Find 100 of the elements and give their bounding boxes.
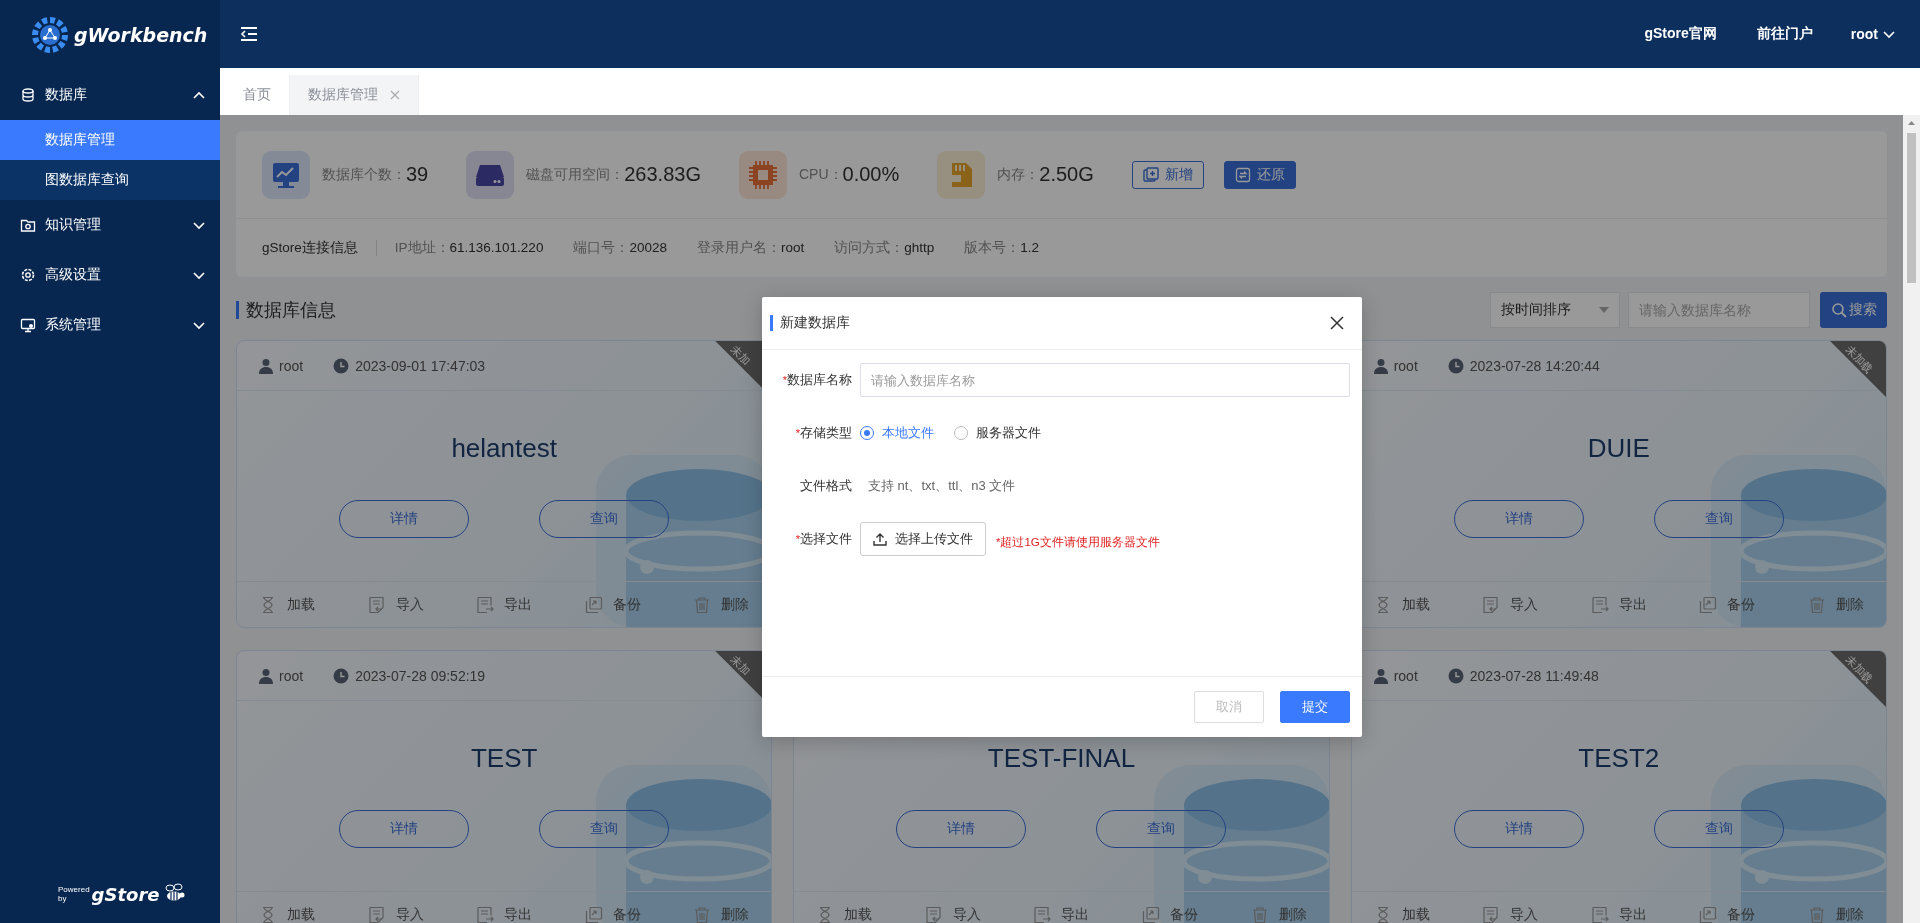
clock-icon xyxy=(333,667,350,684)
user-icon xyxy=(1373,357,1388,374)
card-action[interactable]: 删除 xyxy=(1807,905,1864,923)
import-document-icon xyxy=(367,595,386,614)
card-action[interactable]: 导出 xyxy=(1590,905,1647,923)
submenu-item[interactable]: 图数据库查询 xyxy=(0,160,220,200)
upload-button[interactable]: 选择上传文件 xyxy=(860,522,986,556)
field-label: 存储类型 xyxy=(800,425,852,440)
card-action[interactable]: 导入 xyxy=(1482,595,1539,614)
card-action[interactable]: 导出 xyxy=(476,595,533,614)
field-label: 选择文件 xyxy=(800,531,852,546)
dialog-button[interactable]: 提交 xyxy=(1280,691,1350,723)
info-value: 1.2 xyxy=(1020,240,1039,255)
card-action[interactable]: 备份 xyxy=(1699,905,1756,923)
trash-icon xyxy=(693,905,712,923)
search-button[interactable]: 搜索 xyxy=(1820,292,1887,328)
caret-icon xyxy=(1599,307,1609,313)
stat-label: CPU： xyxy=(799,165,843,184)
toolbar-button[interactable]: 新增 xyxy=(1131,160,1204,189)
menu-fold-icon[interactable] xyxy=(240,26,258,42)
gear-logo-icon xyxy=(30,15,70,55)
owner-name: root xyxy=(1393,667,1418,684)
card-action[interactable]: 加载 xyxy=(259,595,315,614)
submenu-item[interactable]: 数据库管理 xyxy=(0,120,220,160)
import-document-icon xyxy=(1482,595,1501,614)
info-value: 20028 xyxy=(629,240,667,255)
input-field[interactable]: 请输入数据库名称 xyxy=(860,363,1350,397)
menu-item[interactable]: 数据库 xyxy=(0,70,220,120)
clock-icon xyxy=(1447,667,1464,684)
card-action[interactable]: 加载 xyxy=(259,905,315,923)
menu-item[interactable]: 系统管理 xyxy=(0,300,220,350)
clock-icon xyxy=(1447,357,1464,374)
stat-value: 2.50G xyxy=(1039,163,1094,186)
user-menu[interactable]: root xyxy=(1850,26,1896,42)
card-action[interactable]: 导入 xyxy=(367,905,424,923)
card-action[interactable]: 备份 xyxy=(584,595,641,614)
card-action[interactable]: 加载 xyxy=(1373,595,1430,614)
brand-wordmark: gStore xyxy=(91,884,160,905)
radio-label[interactable]: 本地文件 xyxy=(882,424,934,442)
section-title: 数据库信息 xyxy=(246,299,336,322)
dialog-title: 新建数据库 xyxy=(780,314,851,332)
toolbar-button[interactable]: 还原 xyxy=(1223,160,1296,189)
database-name: TEST-FINAL xyxy=(986,742,1137,775)
header-link[interactable]: 前往门户 xyxy=(1756,25,1813,43)
database-name: helantest xyxy=(450,432,558,465)
import-document-icon xyxy=(367,905,386,923)
clock-icon xyxy=(333,357,350,374)
card-action[interactable]: 导出 xyxy=(476,905,533,923)
owner-name: root xyxy=(279,667,304,684)
card-action[interactable]: 删除 xyxy=(1807,595,1864,614)
folder-icon xyxy=(20,217,36,233)
card-action[interactable]: 加载 xyxy=(816,905,873,923)
powered-text: Powered xyxy=(58,885,90,894)
required-mark: * xyxy=(782,374,787,386)
copy-icon xyxy=(584,595,603,614)
menu-item[interactable]: 高级设置 xyxy=(0,250,220,300)
user-icon xyxy=(259,667,273,684)
card-action[interactable]: 删除 xyxy=(693,905,750,923)
app-title: gWorkbench xyxy=(74,24,208,46)
status-ribbon: 未加载 xyxy=(1830,651,1886,707)
created-time: 2023-07-28 09:52:19 xyxy=(355,667,486,684)
stat-value: 263.83G xyxy=(624,163,701,186)
card-action[interactable]: 加载 xyxy=(1373,905,1430,923)
card-action[interactable]: 备份 xyxy=(584,905,641,923)
sort-dropdown[interactable]: 按时间排序 xyxy=(1490,292,1620,328)
database-icon xyxy=(20,87,36,103)
database-name: TEST2 xyxy=(1577,742,1661,775)
info-value: root xyxy=(780,240,805,255)
radio-label[interactable]: 服务器文件 xyxy=(976,424,1041,442)
monitor-icon xyxy=(20,317,36,333)
upload-icon xyxy=(873,532,887,546)
stat-value: 39 xyxy=(406,163,429,186)
copy-icon xyxy=(1699,905,1718,923)
card-action[interactable]: 导出 xyxy=(1590,595,1647,614)
memory-card-icon xyxy=(937,150,986,199)
card-action[interactable]: 备份 xyxy=(1699,595,1756,614)
card-action[interactable]: 导出 xyxy=(1033,905,1090,923)
info-label: 版本号： xyxy=(964,240,1021,255)
tab[interactable]: 数据库管理 xyxy=(290,75,419,115)
export-document-icon xyxy=(1590,905,1609,923)
close-icon[interactable] xyxy=(1330,316,1344,330)
info-label: IP地址： xyxy=(394,240,450,255)
user-icon xyxy=(1373,667,1388,684)
menu-item[interactable]: 知识管理 xyxy=(0,200,220,250)
header-link[interactable]: gStore官网 xyxy=(1644,25,1717,43)
owner-name: root xyxy=(1393,357,1418,374)
card-action[interactable]: 删除 xyxy=(693,595,750,614)
export-document-icon xyxy=(1033,905,1052,923)
export-document-icon xyxy=(1590,595,1609,614)
export-document-icon xyxy=(476,595,495,614)
stat-value: 0.00% xyxy=(842,163,900,186)
info-value: 61.136.101.220 xyxy=(449,240,544,255)
by-text: by xyxy=(58,894,68,903)
info-label: 端口号： xyxy=(573,240,630,255)
card-action[interactable]: 备份 xyxy=(1142,905,1199,923)
card-action[interactable]: 导入 xyxy=(924,905,981,923)
card-action[interactable]: 导入 xyxy=(367,595,424,614)
card-action[interactable]: 导入 xyxy=(1482,905,1539,923)
field-label: 文件格式 xyxy=(800,478,852,493)
card-action[interactable]: 删除 xyxy=(1250,905,1307,923)
